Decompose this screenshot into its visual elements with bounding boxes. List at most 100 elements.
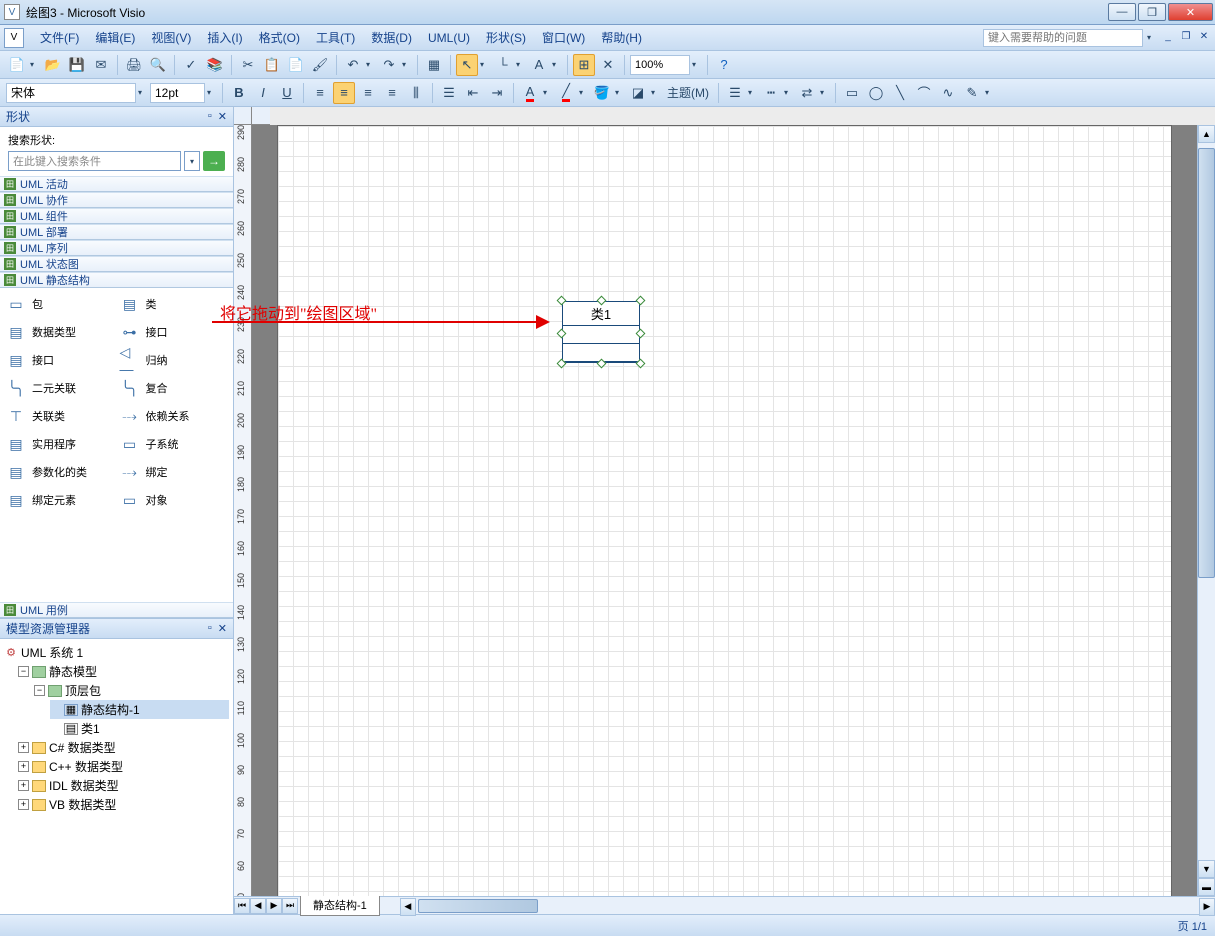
tree-toggle-icon[interactable]: + xyxy=(18,761,29,772)
redo-dropdown-icon[interactable]: ▾ xyxy=(402,60,412,69)
connector-tool-button[interactable]: └ xyxy=(492,54,514,76)
scroll-down-button[interactable]: ▼ xyxy=(1198,860,1215,878)
zoom-dropdown-icon[interactable]: ▾ xyxy=(692,60,702,69)
shape-item[interactable]: ⤏绑定 xyxy=(118,460,230,484)
undo-dropdown-icon[interactable]: ▾ xyxy=(366,60,376,69)
align-center-button[interactable]: ≡ xyxy=(333,82,355,104)
scroll-left-button[interactable]: ◀ xyxy=(400,898,416,916)
tab-first-button[interactable]: ⏮ xyxy=(234,898,250,914)
menu-uml[interactable]: UML(U) xyxy=(420,28,478,48)
print-button[interactable]: 🖨 xyxy=(123,54,145,76)
copy-button[interactable]: 📋 xyxy=(261,54,283,76)
scroll-up-button[interactable]: ▲ xyxy=(1198,125,1215,143)
underline-button[interactable]: U xyxy=(276,82,298,104)
search-go-button[interactable]: → xyxy=(203,151,225,171)
tab-next-button[interactable]: ▶ xyxy=(266,898,282,914)
tree-item[interactable]: +IDL 数据类型 xyxy=(18,776,229,795)
shape-item[interactable]: ▤接口 xyxy=(4,348,116,372)
drawing-page[interactable] xyxy=(277,125,1172,896)
shape-item[interactable]: ▤数据类型 xyxy=(4,320,116,344)
doc-restore-button[interactable]: ❐ xyxy=(1179,31,1193,45)
menu-data[interactable]: 数据(D) xyxy=(363,26,420,49)
tree-item[interactable]: −静态模型 xyxy=(18,662,229,681)
font-color-button[interactable]: A xyxy=(519,82,541,104)
stencil-usecase[interactable]: 田 UML 用例 xyxy=(0,602,233,618)
line-tool-button[interactable]: ╲ xyxy=(889,82,911,104)
increase-indent-button[interactable]: ⇥ xyxy=(486,82,508,104)
paste-button[interactable]: 📄 xyxy=(285,54,307,76)
tree-item[interactable]: ▤类1 xyxy=(50,719,229,738)
horizontal-scrollbar[interactable]: ◀ ▶ xyxy=(400,898,1215,914)
tree-toggle-icon[interactable]: − xyxy=(34,685,45,696)
tree-item[interactable]: −顶层包 xyxy=(34,681,229,700)
menu-edit[interactable]: 编辑(E) xyxy=(87,26,143,49)
menu-window[interactable]: 窗口(W) xyxy=(534,26,593,49)
shape-item[interactable]: ▤类 xyxy=(118,292,230,316)
menu-help[interactable]: 帮助(H) xyxy=(593,26,650,49)
shape-search-input[interactable] xyxy=(8,151,181,171)
fill-color-dropdown-icon[interactable]: ▾ xyxy=(615,88,625,97)
shape-item[interactable]: ╰╮二元关联 xyxy=(4,376,116,400)
line-color-dropdown-icon[interactable]: ▾ xyxy=(579,88,589,97)
stencil-item[interactable]: 田UML 状态图 xyxy=(0,256,233,272)
align-left-button[interactable]: ≡ xyxy=(309,82,331,104)
help-button[interactable]: ? xyxy=(713,54,735,76)
line-ends-button[interactable]: ⇄ xyxy=(796,82,818,104)
arc-tool-button[interactable]: ⌒ xyxy=(913,82,935,104)
new-button[interactable]: 📄 xyxy=(6,54,28,76)
menu-insert[interactable]: 插入(I) xyxy=(199,26,250,49)
font-color-dropdown-icon[interactable]: ▾ xyxy=(543,88,553,97)
search-dropdown-icon[interactable]: ▾ xyxy=(184,151,200,171)
tree-item[interactable]: +C++ 数据类型 xyxy=(18,757,229,776)
save-button[interactable]: 💾 xyxy=(66,54,88,76)
spelling-button[interactable]: ✓ xyxy=(180,54,202,76)
model-panel-close-icon[interactable]: ✕ xyxy=(218,622,227,635)
new-dropdown-icon[interactable]: ▾ xyxy=(30,60,40,69)
font-size-input[interactable]: 12pt xyxy=(150,83,205,103)
format-painter-button[interactable]: 🖌 xyxy=(309,54,331,76)
shape-item[interactable]: ╰╮复合 xyxy=(118,376,230,400)
open-button[interactable]: 📂 xyxy=(42,54,64,76)
align-right-button[interactable]: ≡ xyxy=(357,82,379,104)
dynamic-grid-button[interactable]: ⊞ xyxy=(573,54,595,76)
font-name-input[interactable]: 宋体 xyxy=(6,83,136,103)
tree-toggle-icon[interactable]: − xyxy=(18,666,29,677)
doc-close-button[interactable]: ✕ xyxy=(1197,31,1211,45)
decrease-indent-button[interactable]: ⇤ xyxy=(462,82,484,104)
split-button[interactable]: ▬ xyxy=(1198,878,1215,896)
visio-icon[interactable]: V xyxy=(4,28,24,48)
scroll-right-button[interactable]: ▶ xyxy=(1199,898,1215,916)
stencil-item[interactable]: 田UML 部署 xyxy=(0,224,233,240)
cut-button[interactable]: ✂ xyxy=(237,54,259,76)
tab-prev-button[interactable]: ◀ xyxy=(250,898,266,914)
menu-shapes[interactable]: 形状(S) xyxy=(478,26,534,49)
line-weight-dropdown-icon[interactable]: ▾ xyxy=(748,88,758,97)
menu-tools[interactable]: 工具(T) xyxy=(308,26,363,49)
menu-format[interactable]: 格式(O) xyxy=(251,26,308,49)
help-search-input[interactable] xyxy=(983,29,1143,47)
shape-item[interactable]: ⊤关联类 xyxy=(4,404,116,428)
tree-item[interactable]: ▦静态结构-1 xyxy=(50,700,229,719)
shape-item[interactable]: ▭包 xyxy=(4,292,116,316)
model-panel-pin-icon[interactable]: ▫ xyxy=(208,622,212,635)
redo-button[interactable]: ↷ xyxy=(378,54,400,76)
pointer-dropdown-icon[interactable]: ▾ xyxy=(480,60,490,69)
pencil-tool-button[interactable]: ✎ xyxy=(961,82,983,104)
tree-item[interactable]: +VB 数据类型 xyxy=(18,795,229,814)
undo-button[interactable]: ↶ xyxy=(342,54,364,76)
connection-point-button[interactable]: ✕ xyxy=(597,54,619,76)
menu-view[interactable]: 视图(V) xyxy=(143,26,199,49)
shadow-dropdown-icon[interactable]: ▾ xyxy=(651,88,661,97)
stencil-item[interactable]: 田UML 静态结构 xyxy=(0,272,233,288)
maximize-button[interactable]: ❐ xyxy=(1138,3,1166,21)
line-ends-dropdown-icon[interactable]: ▾ xyxy=(820,88,830,97)
panel-pin-icon[interactable]: ▫ xyxy=(208,110,212,123)
shape-item[interactable]: ▭对象 xyxy=(118,488,230,512)
pencil-dropdown-icon[interactable]: ▾ xyxy=(985,88,995,97)
research-button[interactable]: 📚 xyxy=(204,54,226,76)
bullets-button[interactable]: ☰ xyxy=(438,82,460,104)
line-pattern-dropdown-icon[interactable]: ▾ xyxy=(784,88,794,97)
shape-item[interactable]: ▭子系统 xyxy=(118,432,230,456)
font-size-dropdown-icon[interactable]: ▾ xyxy=(207,88,217,97)
tab-last-button[interactable]: ⏭ xyxy=(282,898,298,914)
